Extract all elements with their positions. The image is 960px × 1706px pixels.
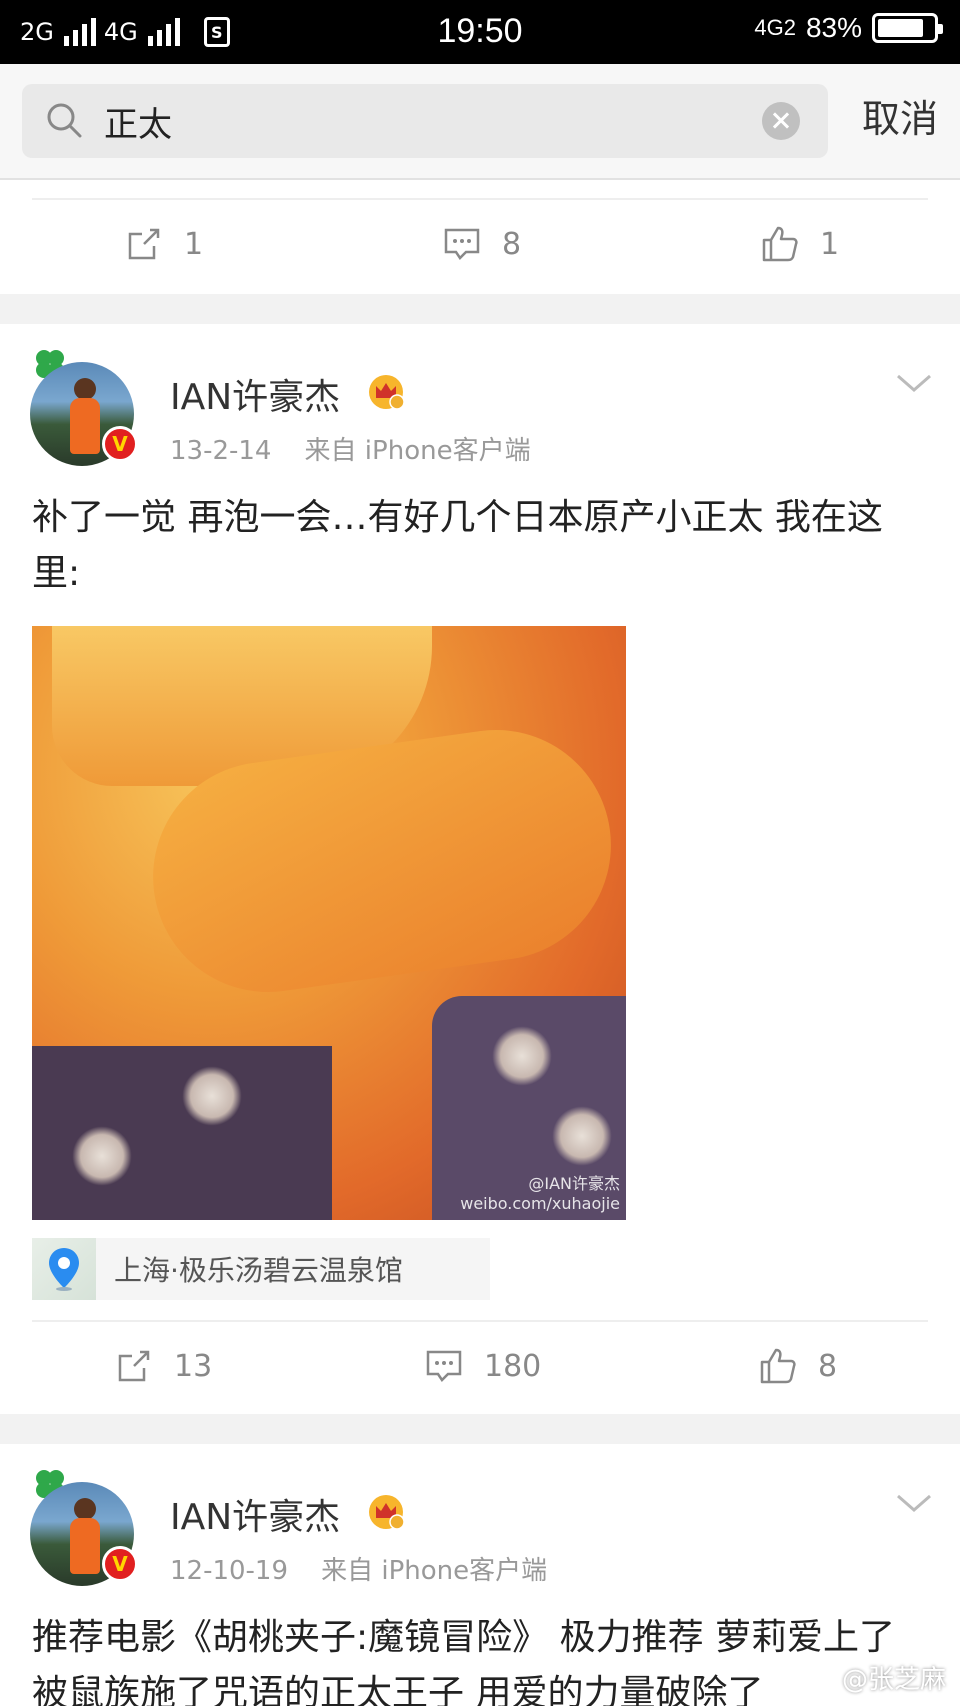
clear-icon[interactable] bbox=[762, 102, 800, 140]
post-text: 推荐电影《胡桃夹子:魔镜冒险》 极力推荐 萝莉爱上了被鼠族施了咒语的正太王子 用… bbox=[32, 1617, 896, 1706]
image-watermark-handle: @IAN许豪杰 bbox=[528, 1174, 620, 1193]
username[interactable]: IAN许豪杰 bbox=[170, 1488, 340, 1540]
like-button[interactable]: 1 bbox=[760, 198, 839, 290]
location-pin-icon bbox=[49, 1248, 79, 1291]
image-watermark-url: weibo.com/xuhaojie bbox=[460, 1194, 620, 1213]
post-meta: 13-2-14 来自 iPhone客户端 bbox=[170, 430, 531, 467]
chevron-down-icon[interactable] bbox=[894, 372, 934, 396]
post-text: 补了一觉 再泡一会…有好几个日本原产小正太 我在这里: bbox=[32, 497, 883, 594]
search-input[interactable] bbox=[104, 84, 704, 158]
post-source: 来自 iPhone客户端 bbox=[321, 1556, 548, 1586]
like-button[interactable]: 8 bbox=[758, 1320, 837, 1412]
comment-button[interactable]: 8 bbox=[442, 198, 521, 290]
post-date: 13-2-14 bbox=[170, 436, 272, 466]
battery-percent: 83% bbox=[805, 12, 862, 43]
corner-watermark: @张芝麻 bbox=[841, 1665, 946, 1695]
post-date: 12-10-19 bbox=[170, 1556, 289, 1586]
comment-button[interactable]: 180 bbox=[424, 1320, 541, 1412]
search-box[interactable] bbox=[22, 84, 828, 158]
repost-button[interactable]: 1 bbox=[124, 198, 203, 290]
status-right: 4G2 83% bbox=[754, 12, 943, 44]
comment-icon bbox=[444, 228, 480, 260]
repost-icon bbox=[118, 1350, 150, 1382]
repost-icon bbox=[128, 228, 160, 260]
location-name: 上海·极乐汤碧云温泉馆 bbox=[114, 1254, 403, 1287]
repost-count: 1 bbox=[184, 226, 204, 262]
crown-badge-icon bbox=[369, 375, 405, 410]
like-count: 1 bbox=[820, 226, 840, 262]
username[interactable]: IAN许豪杰 bbox=[170, 368, 340, 420]
cancel-button[interactable]: 取消 bbox=[862, 88, 938, 143]
post-actions: 13 180 8 bbox=[0, 1320, 960, 1412]
battery-fill bbox=[878, 19, 923, 37]
verified-badge: V bbox=[102, 426, 138, 462]
post-meta: 12-10-19 来自 iPhone客户端 bbox=[170, 1550, 547, 1587]
post-card[interactable]: V IAN许豪杰 13-2-14 来自 iPhone客户端 补了一觉 再泡一会…… bbox=[0, 324, 960, 1412]
network-label-right: 4G2 bbox=[754, 15, 796, 40]
search-icon bbox=[47, 103, 82, 138]
post-source: 来自 iPhone客户端 bbox=[304, 436, 531, 466]
repost-button[interactable]: 13 bbox=[114, 1320, 212, 1412]
image-watermark: @IAN许豪杰 weibo.com/xuhaojie bbox=[460, 1174, 620, 1214]
like-icon bbox=[760, 1348, 796, 1384]
comment-count: 8 bbox=[502, 226, 522, 262]
previous-post-actions: 1 8 1 bbox=[0, 198, 960, 290]
comment-icon bbox=[426, 1350, 462, 1382]
crown-badge-icon bbox=[369, 1495, 405, 1530]
separator-band bbox=[0, 294, 960, 324]
search-header: 取消 bbox=[0, 64, 960, 180]
status-bar: 2G 4G S 19:50 4G2 83% bbox=[0, 0, 960, 64]
separator-band bbox=[0, 1414, 960, 1444]
post-image[interactable]: @IAN许豪杰 weibo.com/xuhaojie bbox=[32, 626, 626, 1220]
battery-icon bbox=[872, 13, 943, 43]
chevron-down-icon[interactable] bbox=[894, 1492, 934, 1516]
like-count: 8 bbox=[818, 1348, 838, 1384]
like-icon bbox=[762, 226, 798, 262]
location-tag[interactable]: 上海·极乐汤碧云温泉馆 bbox=[32, 1238, 490, 1300]
comment-count: 180 bbox=[484, 1348, 542, 1384]
map-thumbnail bbox=[32, 1238, 96, 1300]
repost-count: 13 bbox=[174, 1348, 213, 1384]
verified-badge: V bbox=[102, 1546, 138, 1582]
post-card[interactable]: V IAN许豪杰 12-10-19 来自 iPhone客户端 推荐电影《胡桃夹子… bbox=[0, 1444, 960, 1706]
